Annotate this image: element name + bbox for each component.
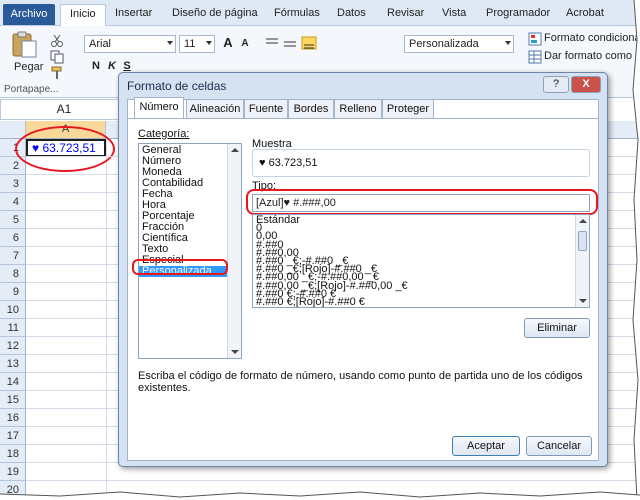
tab-diseno-pagina[interactable]: Diseño de página xyxy=(172,7,258,19)
row-header[interactable]: 11 xyxy=(0,319,26,337)
grid-line xyxy=(26,480,640,481)
ribbon-tab-bar: Archivo Inicio Insertar Diseño de página… xyxy=(0,0,640,27)
tab-programador[interactable]: Programador xyxy=(486,7,550,19)
dialog-body: Número Alineación Fuente Bordes Relleno … xyxy=(127,97,599,461)
font-name-combo[interactable]: Arial xyxy=(84,35,176,53)
row-header[interactable]: 4 xyxy=(0,193,26,211)
category-scrollbar[interactable] xyxy=(227,144,241,358)
tab-relleno[interactable]: Relleno xyxy=(334,99,382,119)
torn-edge-bottom xyxy=(0,491,640,500)
cancelar-button[interactable]: Cancelar xyxy=(526,436,592,456)
number-tab-panel: Categoría: General Número Moneda Contabilid… xyxy=(128,118,598,460)
copy-icon[interactable] xyxy=(50,50,64,64)
tab-inicio[interactable]: Inicio xyxy=(60,4,106,27)
cell-a1[interactable]: ♥ 63.723,51 xyxy=(26,139,106,157)
categoria-label: Categoría: xyxy=(138,128,190,140)
tab-datos[interactable]: Datos xyxy=(337,7,366,19)
vertical-align-icons[interactable] xyxy=(264,36,324,50)
cut-icon[interactable] xyxy=(50,34,64,48)
scroll-up-icon[interactable] xyxy=(231,148,239,152)
scroll-thumb[interactable] xyxy=(578,231,587,251)
row-header[interactable]: 9 xyxy=(0,283,26,301)
format-code-listbox[interactable]: Estándar 0 0,00 #.##0 #.##0,00 #.##0 _€;-#.##… xyxy=(252,214,590,308)
bold-button[interactable]: N xyxy=(88,59,104,73)
conditional-format-icon[interactable] xyxy=(528,32,542,46)
row-header[interactable]: 14 xyxy=(0,373,26,391)
row-header[interactable]: 16 xyxy=(0,409,26,427)
format-code-item[interactable]: 0,00 xyxy=(253,231,573,242)
chevron-down-icon xyxy=(206,41,212,45)
scroll-down-icon[interactable] xyxy=(579,299,587,303)
tab-revisar[interactable]: Revisar xyxy=(387,7,424,19)
row-header[interactable]: 18 xyxy=(0,445,26,463)
tab-fuente[interactable]: Fuente xyxy=(244,99,288,119)
tab-proteger[interactable]: Proteger xyxy=(382,99,434,119)
clipboard-group-label: Portapape... xyxy=(4,84,59,95)
format-code-item[interactable]: #.##0 xyxy=(253,239,573,250)
number-format-value: Personalizada xyxy=(409,38,479,50)
tab-acrobat[interactable]: Acrobat xyxy=(566,7,604,19)
row-header[interactable]: 8 xyxy=(0,265,26,283)
conditional-format-label[interactable]: Formato condiciona xyxy=(544,32,640,44)
italic-button[interactable]: K xyxy=(104,59,120,73)
chevron-down-icon xyxy=(505,41,511,45)
category-listbox[interactable]: General Número Moneda Contabilidad Fecha Hora… xyxy=(138,143,242,359)
font-size-value: 11 xyxy=(184,38,196,50)
format-code-item[interactable]: 0 xyxy=(253,223,573,234)
chevron-down-icon xyxy=(167,41,173,45)
row-header[interactable]: 5 xyxy=(0,211,26,229)
tab-archivo[interactable]: Archivo xyxy=(3,4,55,25)
eliminar-button[interactable]: Eliminar xyxy=(524,318,590,338)
tab-vista[interactable]: Vista xyxy=(442,7,466,19)
tab-alineacion[interactable]: Alineación xyxy=(186,99,244,119)
format-cells-dialog: Formato de celdas ? X Número Alineación … xyxy=(118,72,608,467)
row-header[interactable]: 19 xyxy=(0,463,26,481)
tab-bordes[interactable]: Bordes xyxy=(288,99,334,119)
format-code-item[interactable]: #.##0 €;[Rojo]-#.##0 € xyxy=(253,296,573,307)
name-box[interactable]: A1 xyxy=(0,99,128,120)
font-size-combo[interactable]: 11 xyxy=(179,35,215,53)
shrink-font-button[interactable]: A xyxy=(237,37,253,51)
paste-icon[interactable] xyxy=(10,30,40,60)
row-header[interactable]: 10 xyxy=(0,301,26,319)
tab-formulas[interactable]: Fórmulas xyxy=(274,7,320,19)
highlight-ring-tipo xyxy=(246,189,598,215)
font-name-value: Arial xyxy=(89,38,112,50)
row-header[interactable]: 6 xyxy=(0,229,26,247)
format-description: Escriba el código de formato de número, … xyxy=(138,370,583,394)
tab-numero[interactable]: Número xyxy=(134,97,184,119)
muestra-box: ♥ 63.723,51 xyxy=(252,149,590,177)
format-code-item[interactable]: Estándar xyxy=(253,215,573,226)
format-as-table-label[interactable]: Dar formato como xyxy=(544,50,632,62)
dialog-title: Formato de celdas xyxy=(127,79,227,93)
row-header[interactable]: 17 xyxy=(0,427,26,445)
row-header[interactable]: 7 xyxy=(0,247,26,265)
row-header[interactable]: 12 xyxy=(0,337,26,355)
highlight-ring-category xyxy=(132,259,228,275)
help-button[interactable]: ? xyxy=(543,76,569,93)
format-as-table-icon[interactable] xyxy=(528,50,542,64)
underline-button[interactable]: S xyxy=(119,59,135,73)
muestra-value: ♥ 63.723,51 xyxy=(259,157,318,169)
row-header[interactable]: 13 xyxy=(0,355,26,373)
torn-edge-right xyxy=(632,0,640,500)
aceptar-button[interactable]: Aceptar xyxy=(452,436,520,456)
format-painter-icon[interactable] xyxy=(50,66,64,80)
row-header[interactable]: 3 xyxy=(0,175,26,193)
scroll-down-icon[interactable] xyxy=(231,350,239,354)
grid-line xyxy=(106,139,107,500)
close-button[interactable]: X xyxy=(571,76,601,93)
tab-insertar[interactable]: Insertar xyxy=(115,7,152,19)
paste-button-label[interactable]: Pegar xyxy=(14,61,43,73)
grow-font-button[interactable]: A xyxy=(220,36,236,50)
format-scrollbar[interactable] xyxy=(575,215,589,307)
row-header[interactable]: 15 xyxy=(0,391,26,409)
number-format-combo[interactable]: Personalizada xyxy=(404,35,514,53)
scroll-up-icon[interactable] xyxy=(579,219,587,223)
